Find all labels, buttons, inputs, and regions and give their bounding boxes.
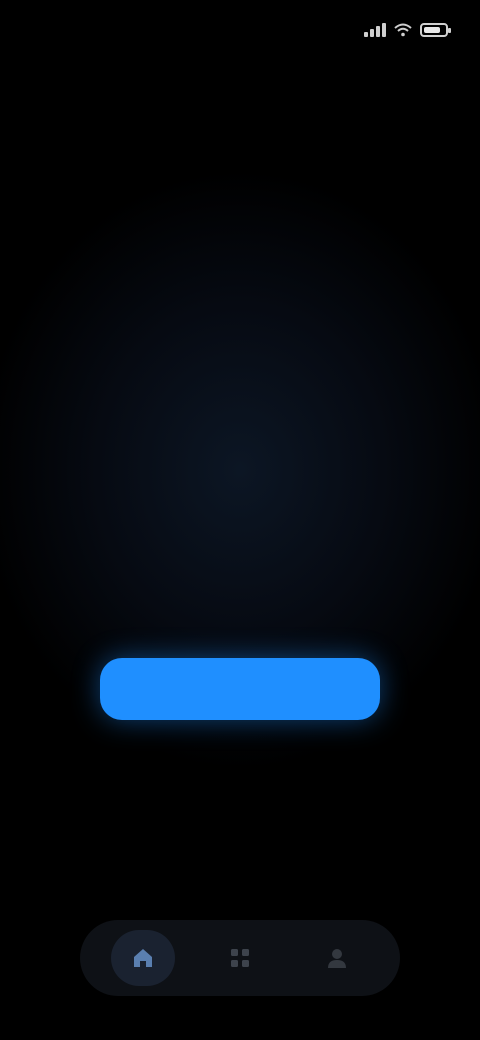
battery-icon [420,23,451,37]
nav-item-profile[interactable] [305,930,369,986]
hero-section [0,430,480,468]
battery-fill [424,27,440,33]
status-icons [364,23,451,37]
grid-icon [230,949,249,967]
home-icon [133,949,152,967]
profile-icon [328,949,347,968]
primary-action-button[interactable] [100,658,380,720]
nav-item-grid[interactable] [208,930,272,986]
bottom-nav [80,920,400,996]
signal-icon [364,23,386,37]
app-screen [0,0,480,1040]
wifi-icon [394,23,412,37]
status-bar [0,0,480,60]
nav-item-home[interactable] [110,930,175,986]
